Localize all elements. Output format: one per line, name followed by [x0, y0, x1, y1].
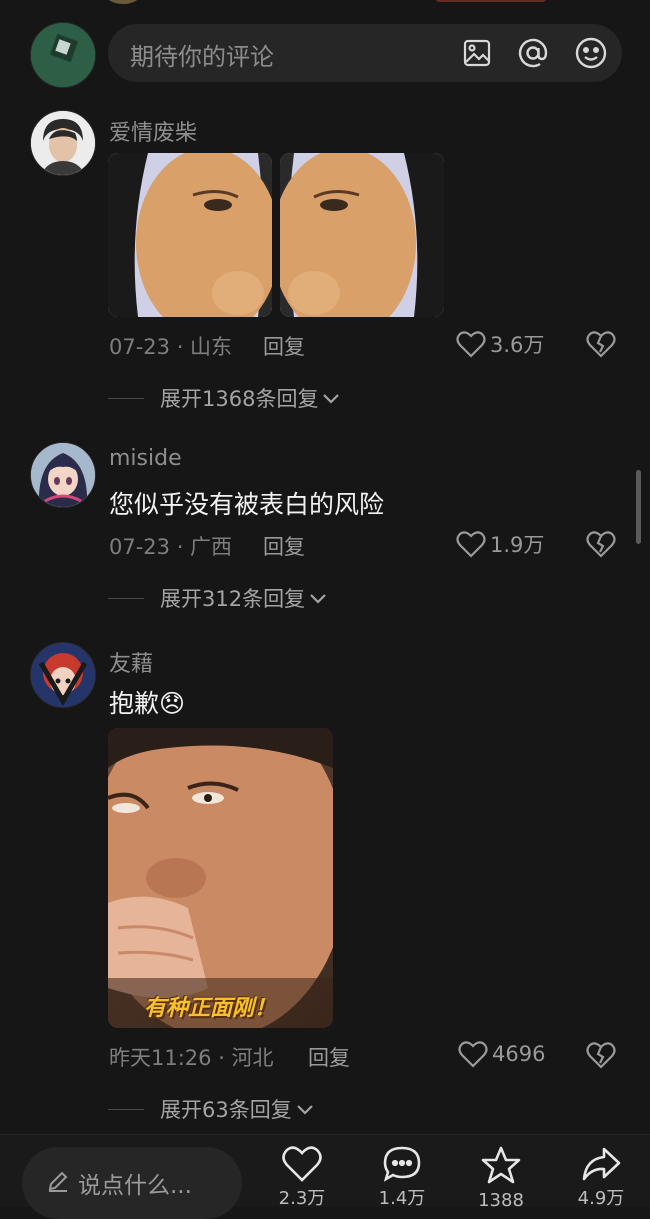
- comment-text: 您似乎没有被表白的风险: [109, 490, 385, 519]
- expand-replies-label: 展开1368条回复: [160, 387, 319, 411]
- favorite-post-count: 1388: [478, 1190, 524, 1211]
- reply-button[interactable]: 回复: [308, 1042, 350, 1072]
- expand-line: [108, 397, 144, 399]
- like-post-count: 2.3万: [278, 1188, 326, 1209]
- comment-text: 抱歉😞: [109, 689, 186, 718]
- say-something-placeholder: 说点什么...: [78, 1173, 192, 1199]
- expand-line: [108, 1108, 144, 1110]
- comment-username[interactable]: 友藉: [109, 646, 153, 678]
- comment-image[interactable]: [108, 153, 272, 317]
- comment-date-location: 07-23 · 山东: [109, 335, 233, 359]
- heart-icon: [458, 1041, 488, 1068]
- expand-replies[interactable]: 展开1368条回复: [108, 383, 340, 413]
- comment-input-placeholder: 期待你的评论: [130, 43, 274, 71]
- like-count: 1.9万: [490, 533, 545, 557]
- comment-avatar[interactable]: [30, 642, 96, 708]
- like-button[interactable]: 1.9万: [456, 529, 544, 559]
- bottom-action-bar: 说点什么... 2.3万 1.4万 1388 4.9万: [0, 1134, 650, 1219]
- reply-button[interactable]: 回复: [263, 531, 305, 561]
- at-icon[interactable]: [516, 36, 550, 74]
- pencil-icon: [46, 1169, 70, 1197]
- heart-icon: [456, 531, 486, 558]
- share-post-button[interactable]: 4.9万: [571, 1145, 631, 1209]
- star-icon: [481, 1146, 521, 1184]
- comment-username[interactable]: miside: [109, 446, 182, 471]
- expand-replies-label: 展开63条回复: [160, 1098, 292, 1122]
- prev-content-strip: [0, 0, 650, 6]
- reply-button[interactable]: 回复: [263, 331, 305, 361]
- comment-date-location: 07-23 · 广西: [109, 535, 233, 559]
- comment-bubble-icon: [383, 1146, 421, 1182]
- prev-avatar-fragment: [104, 0, 142, 4]
- comment-avatar[interactable]: [30, 110, 96, 176]
- chevron-down-icon: [309, 586, 327, 610]
- chevron-down-icon: [296, 1097, 314, 1121]
- like-button[interactable]: 4696: [458, 1040, 545, 1068]
- broken-heart-icon[interactable]: [586, 330, 616, 362]
- heart-icon: [282, 1146, 322, 1182]
- emoji-icon[interactable]: [574, 36, 608, 74]
- comment-post-button[interactable]: 1.4万: [372, 1145, 432, 1209]
- favorite-post-button[interactable]: 1388: [471, 1145, 531, 1211]
- expand-replies[interactable]: 展开312条回复: [108, 583, 327, 613]
- broken-heart-icon[interactable]: [586, 530, 616, 562]
- scrollbar-thumb[interactable]: [636, 470, 641, 544]
- comment-date-location: 昨天11:26 · 河北: [109, 1046, 274, 1070]
- expand-line: [108, 597, 144, 599]
- comment-avatar[interactable]: [30, 442, 96, 508]
- like-post-button[interactable]: 2.3万: [272, 1145, 332, 1209]
- heart-icon: [456, 331, 486, 358]
- expand-replies[interactable]: 展开63条回复: [108, 1094, 314, 1124]
- like-count: 4696: [492, 1042, 546, 1066]
- comment-image[interactable]: [280, 153, 444, 317]
- chevron-down-icon: [322, 386, 340, 410]
- comment-post-count: 1.4万: [378, 1188, 426, 1209]
- share-arrow-icon: [582, 1147, 621, 1181]
- like-count: 3.6万: [490, 333, 545, 357]
- comment-input[interactable]: 期待你的评论: [108, 24, 622, 82]
- say-something-input[interactable]: 说点什么...: [22, 1147, 242, 1219]
- image-icon[interactable]: [462, 38, 492, 72]
- comment-image[interactable]: 有种正面刚！: [108, 728, 333, 1028]
- expand-replies-label: 展开312条回复: [160, 587, 306, 611]
- my-avatar[interactable]: [30, 22, 96, 88]
- share-post-count: 4.9万: [577, 1188, 625, 1209]
- like-button[interactable]: 3.6万: [456, 329, 544, 359]
- prev-tag-fragment: [436, 0, 546, 2]
- image-caption: 有种正面刚！: [144, 996, 277, 1021]
- comment-username[interactable]: 爱情废柴: [109, 115, 197, 147]
- broken-heart-icon[interactable]: [586, 1041, 616, 1073]
